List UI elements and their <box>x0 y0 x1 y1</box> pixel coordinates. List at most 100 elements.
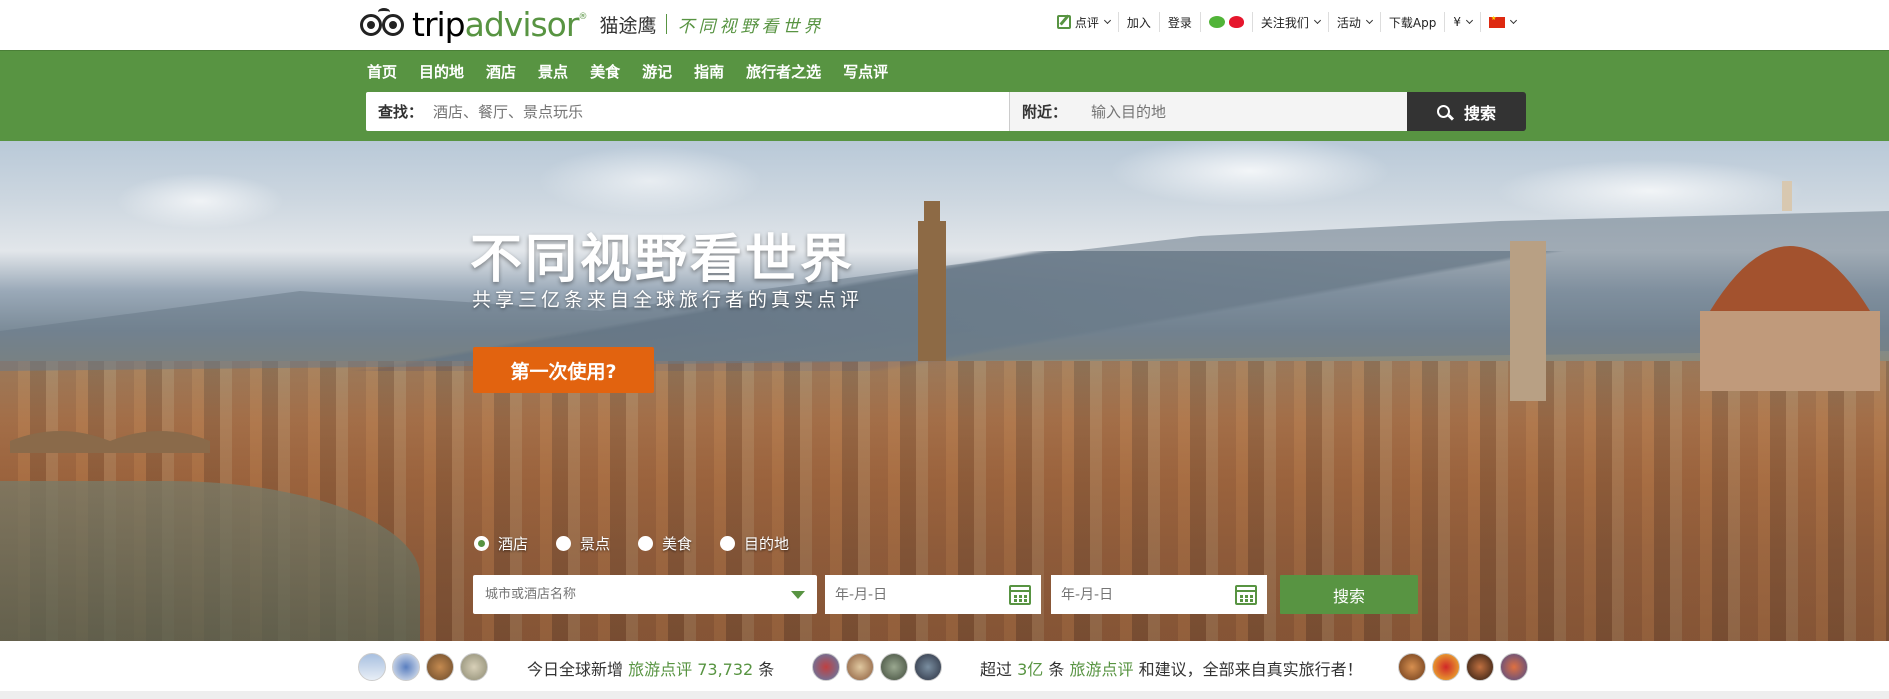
menu-item-hotels[interactable]: 酒店 <box>475 61 527 83</box>
stats-text: 条 <box>1048 660 1065 679</box>
logo-text-advisor: advisor <box>464 4 580 44</box>
menu-item-write-review[interactable]: 写点评 <box>832 61 899 83</box>
radio-label: 目的地 <box>744 535 790 553</box>
near-input[interactable] <box>1091 102 1407 121</box>
hero-search-button[interactable]: 搜索 <box>1280 575 1418 614</box>
find-box: 查找： <box>366 92 1010 131</box>
avatar[interactable] <box>392 653 420 681</box>
search-icon <box>1436 105 1450 118</box>
radio-circle <box>556 536 572 551</box>
dropdown-caret-icon[interactable] <box>791 590 805 599</box>
login-link[interactable]: 登录 <box>1158 12 1200 32</box>
weibo-icon[interactable] <box>1228 16 1244 28</box>
avatar[interactable] <box>812 653 840 681</box>
chevron-down-icon <box>1465 16 1474 25</box>
tripadvisor-logo[interactable]: trip advisor ® 猫途鹰 不同视野看世界 <box>360 4 824 44</box>
stats-text: 超过 <box>980 660 1013 679</box>
radio-restaurants[interactable]: 美食 <box>638 533 692 554</box>
stats-text: 今日全球新增 <box>527 660 624 679</box>
avatar[interactable] <box>1500 653 1528 681</box>
avatar-group-middle <box>812 653 948 681</box>
menu-item-restaurants[interactable]: 美食 <box>579 61 631 83</box>
radio-destinations[interactable]: 目的地 <box>720 533 789 554</box>
stats-text: 和建议，全部来自真实旅行者！ <box>1138 660 1363 679</box>
category-radios: 酒店 景点 美食 目的地 <box>474 533 817 554</box>
calendar-icon[interactable] <box>1009 584 1031 605</box>
reviews-link[interactable]: 旅游点评 <box>1070 660 1134 679</box>
checkout-field <box>1051 575 1267 614</box>
city-hotel-field <box>473 575 817 614</box>
checkin-input[interactable] <box>835 586 965 603</box>
hero-banner: 不同视野看世界 共享三亿条来自全球旅行者的真实点评 第一次使用? 酒店 景点 美… <box>0 141 1889 641</box>
search-button-label: 搜索 <box>1463 103 1496 123</box>
review-count: 73,732 <box>697 660 754 679</box>
checkin-field <box>825 575 1041 614</box>
chevron-down-icon <box>1313 16 1321 25</box>
chevron-down-icon <box>1103 16 1111 25</box>
avatar[interactable] <box>1432 653 1460 681</box>
radio-label: 美食 <box>662 535 693 553</box>
review-menu[interactable]: 点评 <box>1049 12 1118 32</box>
radio-hotels[interactable]: 酒店 <box>474 533 528 554</box>
activity-label: 活动 <box>1336 15 1361 30</box>
social-icons <box>1199 12 1252 32</box>
stats-bar: 今日全球新增 旅游点评 73,732 条 超过 3亿 条 旅游点评 和建议，全部… <box>0 641 1889 691</box>
top-nav: 点评 加入 登录 关注我们 活动 下载App ¥ <box>1049 12 1524 32</box>
download-app-link[interactable]: 下载App <box>1379 12 1444 32</box>
follow-label: 关注我们 <box>1260 15 1309 30</box>
calendar-icon[interactable] <box>1235 584 1257 605</box>
search-button[interactable]: 搜索 <box>1407 92 1526 131</box>
language-selector[interactable] <box>1480 12 1524 32</box>
write-review-icon <box>1056 15 1071 29</box>
logo-divider <box>666 14 668 34</box>
menu-item-attractions[interactable]: 景点 <box>527 61 579 83</box>
menu-item-destinations[interactable]: 目的地 <box>408 61 475 83</box>
activity-menu[interactable]: 活动 <box>1327 12 1380 32</box>
avatar[interactable] <box>1466 653 1494 681</box>
reviews-link[interactable]: 旅游点评 <box>628 660 692 679</box>
main-nav-bar: 首页 目的地 酒店 景点 美食 游记 指南 旅行者之选 写点评 查找： 附近： … <box>0 50 1889 141</box>
avatar[interactable] <box>1398 653 1426 681</box>
radio-label: 酒店 <box>498 535 529 553</box>
menu-item-guides[interactable]: 指南 <box>683 61 735 83</box>
avatar[interactable] <box>846 653 874 681</box>
avatar-group-right <box>1398 653 1534 681</box>
wechat-icon[interactable] <box>1208 16 1225 28</box>
china-flag-icon <box>1489 15 1505 28</box>
hero-title: 不同视野看世界 <box>470 230 856 290</box>
avatar[interactable] <box>460 653 488 681</box>
city-hotel-input[interactable] <box>485 587 791 602</box>
avatar[interactable] <box>358 653 386 681</box>
stats-text: 条 <box>758 660 775 679</box>
checkout-input[interactable] <box>1061 586 1191 603</box>
currency-selector[interactable]: ¥ <box>1444 12 1480 32</box>
menu-item-travelogues[interactable]: 游记 <box>631 61 683 83</box>
avatar[interactable] <box>426 653 454 681</box>
total-reviews: 超过 3亿 条 旅游点评 和建议，全部来自真实旅行者！ <box>980 656 1363 680</box>
chevron-down-icon <box>1365 16 1373 25</box>
menu-item-travelers-choice[interactable]: 旅行者之选 <box>735 61 832 83</box>
first-time-button[interactable]: 第一次使用? <box>473 347 654 393</box>
find-label: 查找： <box>378 103 424 121</box>
main-search: 查找： 附近： 搜索 <box>366 92 1526 131</box>
join-link[interactable]: 加入 <box>1117 12 1159 32</box>
page-divider <box>0 691 1889 699</box>
review-label: 点评 <box>1074 15 1099 30</box>
avatar[interactable] <box>880 653 908 681</box>
avatar[interactable] <box>914 653 942 681</box>
near-label: 附近： <box>1022 103 1068 121</box>
hero-landmarks <box>0 181 1889 453</box>
main-menu: 首页 目的地 酒店 景点 美食 游记 指南 旅行者之选 写点评 <box>356 61 899 83</box>
radio-label: 景点 <box>580 535 611 553</box>
find-input[interactable] <box>433 102 1009 121</box>
owl-logo-icon <box>360 8 408 40</box>
menu-item-home[interactable]: 首页 <box>356 61 408 83</box>
logo-text-trip: trip <box>412 4 466 44</box>
today-new-reviews: 今日全球新增 旅游点评 73,732 条 <box>527 656 774 680</box>
hero-subtitle: 共享三亿条来自全球旅行者的真实点评 <box>472 289 864 311</box>
radio-circle <box>720 536 736 551</box>
radio-attractions[interactable]: 景点 <box>556 533 610 554</box>
near-box: 附近： <box>1010 92 1407 131</box>
chevron-down-icon <box>1509 16 1518 25</box>
follow-menu[interactable]: 关注我们 <box>1251 12 1328 32</box>
